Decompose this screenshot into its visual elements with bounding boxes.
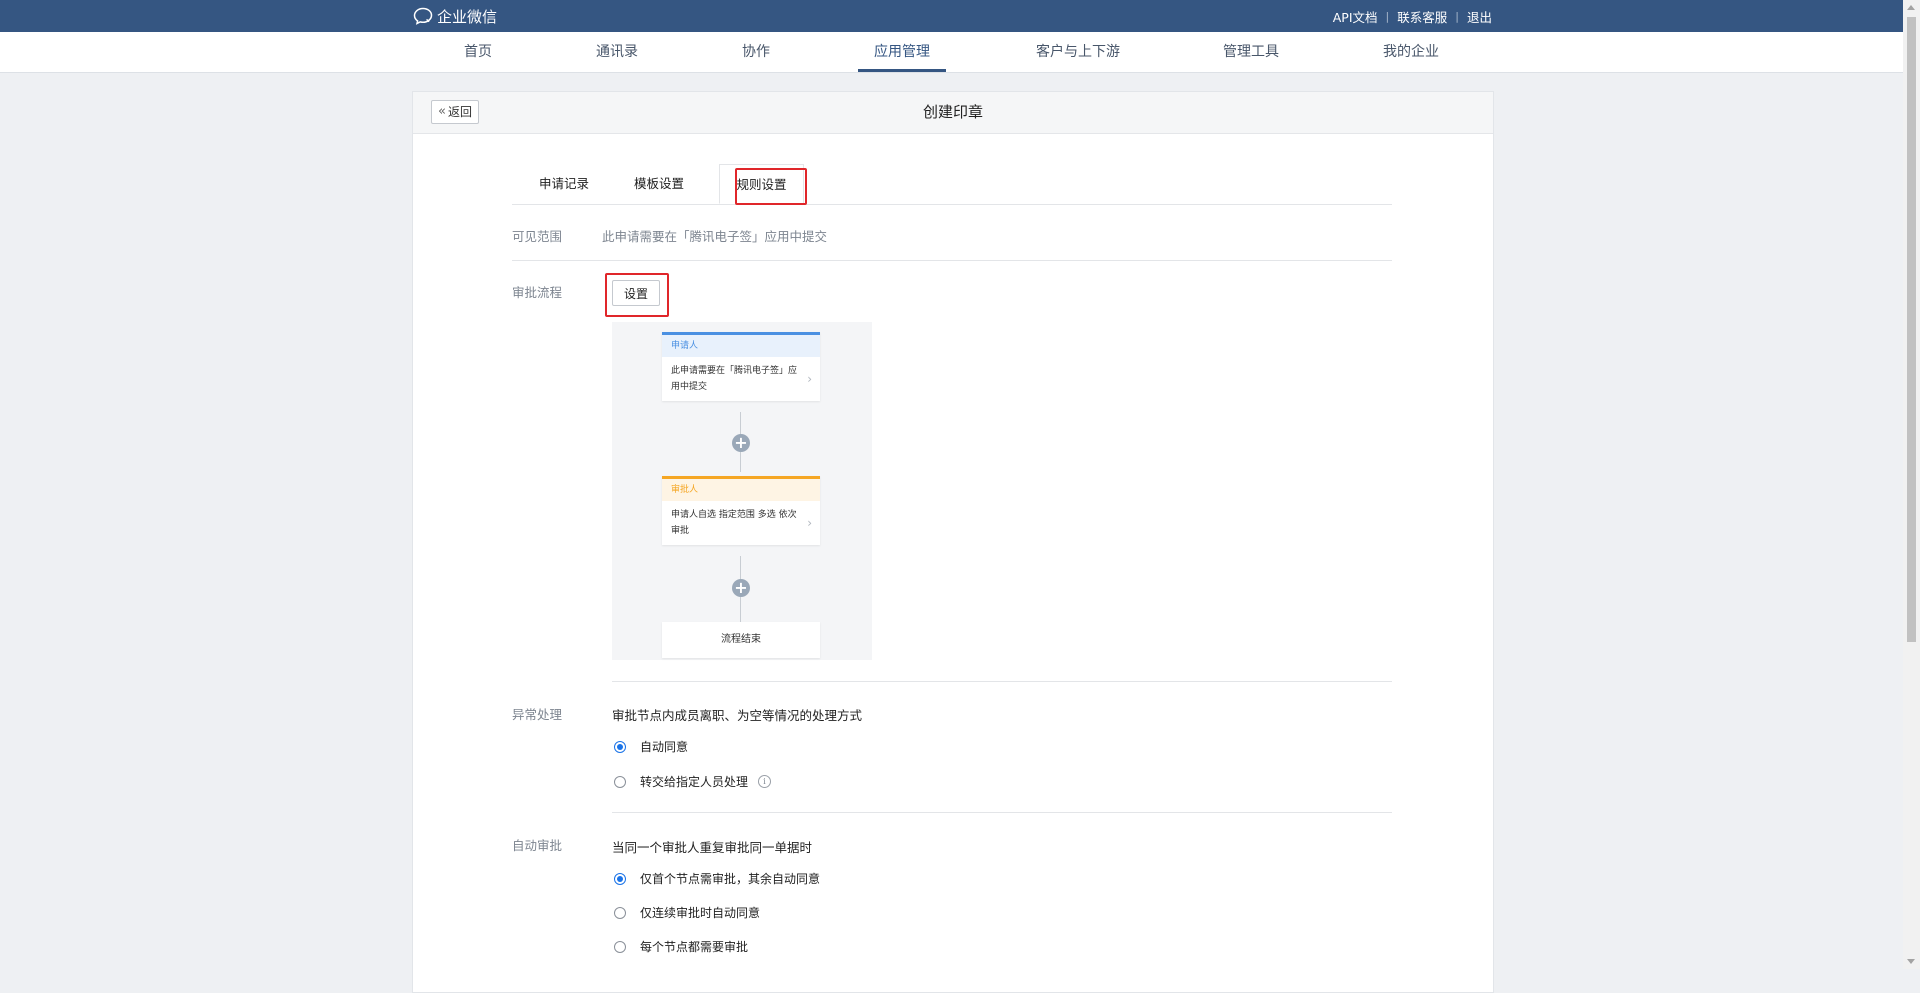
api-docs-link[interactable]: API文档 [1333, 7, 1378, 26]
divider [512, 260, 1392, 261]
add-node-icon[interactable]: + [732, 434, 750, 452]
auto-approve-label: 自动审批 [512, 838, 563, 853]
auto-approve-option-consecutive[interactable]: 仅连续审批时自动同意 [614, 904, 760, 921]
approver-node-title: 审批人 [662, 479, 820, 501]
approval-flow-label: 审批流程 [512, 285, 563, 300]
auto-approve-option-every-node[interactable]: 每个节点都需要审批 [614, 938, 748, 955]
brand-logo[interactable]: 企业微信 [413, 5, 497, 27]
visible-scope-text: 此申请需要在「腾讯电子签」应用中提交 [602, 229, 828, 244]
brand-name: 企业微信 [437, 7, 498, 26]
scroll-down-arrow-icon[interactable] [1907, 959, 1915, 964]
auto-approve-option-first-only[interactable]: 仅首个节点需审批，其余自动同意 [614, 870, 820, 887]
approver-node[interactable]: 审批人 申请人自选 指定范围 多选 依次审批 › [662, 476, 820, 545]
logout-link[interactable]: 退出 [1467, 7, 1492, 26]
exception-option-label: 自动同意 [640, 740, 689, 754]
exception-option-auto-approve[interactable]: 自动同意 [614, 738, 688, 755]
approval-settings-button[interactable]: 设置 [612, 280, 660, 306]
auto-approve-desc: 当同一个审批人重复审批同一单据时 [612, 840, 813, 855]
radio-unchecked[interactable] [614, 940, 626, 953]
tab-rule-settings[interactable]: 规则设置 [719, 164, 804, 204]
tab-bar: 申请记录 模板设置 规则设置 [512, 164, 1392, 205]
page-scrollbar[interactable] [1903, 0, 1920, 969]
main-card: 创建印章 « 返回 申请记录 模板设置 规则设置 可见范围 此申请需要在「腾讯电… [412, 91, 1494, 993]
radio-unchecked[interactable] [614, 775, 626, 788]
nav-item-home[interactable]: 首页 [464, 32, 492, 72]
auto-approve-option-label: 每个节点都需要审批 [640, 940, 749, 954]
approver-node-body: 申请人自选 指定范围 多选 依次审批 › [662, 501, 820, 545]
tab-application-records[interactable]: 申请记录 [524, 164, 604, 204]
exception-desc: 审批节点内成员离职、为空等情况的处理方式 [612, 708, 863, 723]
card-header: 创建印章 « 返回 [413, 92, 1493, 134]
scroll-up-arrow-icon[interactable] [1907, 5, 1915, 10]
divider [612, 812, 1392, 813]
main-nav: 首页 通讯录 协作 应用管理 客户与上下游 管理工具 我的企业 [0, 32, 1903, 73]
chevron-right-icon: › [807, 516, 812, 530]
divider [612, 681, 1392, 682]
radio-unchecked[interactable] [614, 906, 626, 919]
tab-template-settings[interactable]: 模板设置 [619, 164, 699, 204]
flow-end-node: 流程结束 [662, 622, 820, 658]
info-icon[interactable]: i [758, 775, 772, 788]
nav-item-admin-tools[interactable]: 管理工具 [1223, 32, 1279, 72]
link-separator: | [1455, 9, 1459, 23]
visible-scope-label: 可见范围 [512, 229, 563, 244]
exception-option-label: 转交给指定人员处理 [640, 775, 749, 789]
applicant-node-text: 此申请需要在「腾讯电子签」应用中提交 [671, 366, 798, 392]
applicant-node-body: 此申请需要在「腾讯电子签」应用中提交 › [662, 357, 820, 401]
radio-checked[interactable] [614, 872, 626, 885]
nav-item-contacts[interactable]: 通讯录 [596, 32, 638, 72]
approver-node-text: 申请人自选 指定范围 多选 依次审批 [671, 510, 797, 536]
back-button-label: 返回 [447, 105, 472, 119]
auto-approve-option-label: 仅首个节点需审批，其余自动同意 [640, 872, 821, 886]
applicant-node[interactable]: 申请人 此申请需要在「腾讯电子签」应用中提交 › [662, 332, 820, 401]
radio-checked[interactable] [614, 740, 626, 753]
nav-item-my-company[interactable]: 我的企业 [1383, 32, 1439, 72]
link-separator: | [1385, 9, 1390, 23]
page-title: 创建印章 [922, 103, 983, 121]
exception-option-transfer[interactable]: 转交给指定人员处理 i [614, 773, 772, 790]
top-bar: 企业微信 API文档 | 联系客服 | 退出 [0, 0, 1903, 32]
nav-item-collaboration[interactable]: 协作 [742, 32, 770, 72]
double-chevron-left-icon: « [438, 104, 446, 119]
top-links: API文档 | 联系客服 | 退出 [1333, 0, 1492, 32]
contact-support-link[interactable]: 联系客服 [1397, 7, 1447, 26]
exception-label: 异常处理 [512, 707, 563, 722]
applicant-node-title: 申请人 [662, 335, 820, 357]
nav-item-customers[interactable]: 客户与上下游 [1036, 32, 1120, 72]
nav-item-app-management[interactable]: 应用管理 [858, 32, 946, 72]
auto-approve-option-label: 仅连续审批时自动同意 [640, 906, 761, 920]
approval-flow-diagram: 申请人 此申请需要在「腾讯电子签」应用中提交 › + 审批人 申请人自选 指定范… [612, 322, 872, 660]
back-button[interactable]: « 返回 [431, 100, 479, 124]
add-node-icon[interactable]: + [732, 579, 750, 597]
chat-bubble-icon [413, 7, 433, 25]
chevron-right-icon: › [807, 372, 812, 386]
scrollbar-thumb[interactable] [1907, 17, 1916, 642]
